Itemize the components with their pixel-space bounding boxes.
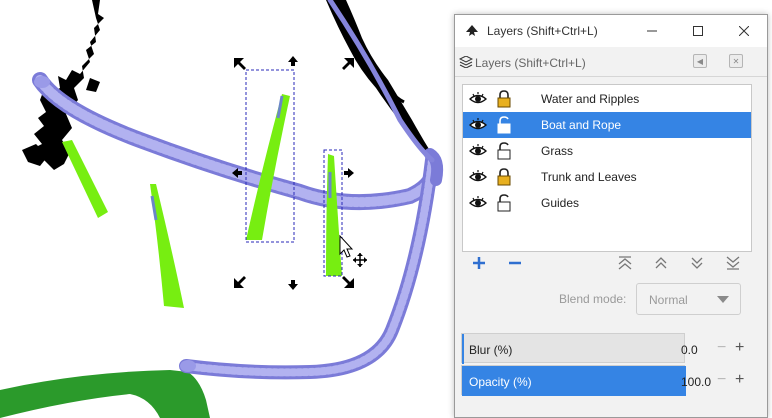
layers-stack-icon	[459, 56, 473, 68]
unlocked-icon[interactable]	[497, 142, 511, 160]
layer-name: Boat and Rope	[541, 118, 622, 132]
visible-eye-icon[interactable]	[469, 117, 487, 133]
dock-collapse-button[interactable]: ◀	[693, 54, 707, 68]
opacity-increment-button[interactable]: +	[735, 371, 744, 389]
opacity-spinner[interactable]: Opacity (%)	[461, 365, 687, 396]
inkscape-workspace: Layers (Shift+Ctrl+L) Layers (Shift+Ctrl…	[0, 0, 772, 418]
blend-mode-select[interactable]: Normal	[636, 283, 741, 315]
dock-close-button[interactable]: ✕	[729, 54, 743, 68]
close-button[interactable]	[721, 15, 767, 47]
lower-to-bottom-icon	[726, 256, 740, 270]
minus-icon	[509, 261, 521, 265]
add-layer-button[interactable]	[468, 252, 490, 274]
raise-layer-button[interactable]	[650, 252, 672, 274]
blur-track[interactable]: Blur (%)	[461, 333, 685, 364]
collapse-left-icon: ◀	[696, 56, 704, 66]
unlocked-icon[interactable]	[497, 194, 511, 212]
lower-layer-button[interactable]	[686, 252, 708, 274]
mouse-cursor	[339, 234, 367, 267]
blend-mode-label: Blend mode:	[559, 292, 627, 306]
layers-dialog: Layers (Shift+Ctrl+L) Layers (Shift+Ctrl…	[454, 14, 768, 418]
raise-to-top-button[interactable]	[614, 252, 636, 274]
chevron-down-icon	[717, 296, 729, 303]
minimize-button[interactable]	[629, 15, 675, 47]
layer-list: Water and Ripples Boat and Rope Grass Tr…	[462, 84, 752, 252]
locked-icon[interactable]	[497, 90, 511, 108]
dock-header: Layers (Shift+Ctrl+L) ◀ ✕	[455, 47, 767, 77]
close-small-icon: ✕	[732, 56, 740, 66]
blur-value[interactable]: 0.0	[681, 343, 698, 357]
window-titlebar[interactable]: Layers (Shift+Ctrl+L)	[455, 15, 767, 47]
layer-row-boat-and-rope[interactable]: Boat and Rope	[463, 112, 751, 138]
layer-row-guides[interactable]: Guides	[463, 190, 751, 216]
maximize-button[interactable]	[675, 15, 721, 47]
raise-icon	[655, 257, 667, 269]
opacity-label: Opacity (%)	[469, 375, 532, 389]
dock-title: Layers (Shift+Ctrl+L)	[475, 56, 586, 70]
layer-row-grass[interactable]: Grass	[463, 138, 751, 164]
blur-increment-button[interactable]: +	[735, 339, 744, 357]
blur-decrement-button[interactable]: −	[717, 339, 726, 357]
layer-name: Trunk and Leaves	[541, 170, 637, 184]
trunk-ink	[22, 0, 432, 170]
minimize-icon	[647, 30, 657, 32]
layer-name: Guides	[541, 196, 580, 210]
locked-icon[interactable]	[497, 168, 511, 186]
blend-mode-value: Normal	[649, 293, 688, 307]
lower-icon	[691, 257, 703, 269]
layer-row-water-and-ripples[interactable]: Water and Ripples	[463, 86, 751, 112]
blur-label: Blur (%)	[469, 343, 513, 357]
dark-leaf	[0, 370, 210, 418]
visible-eye-icon[interactable]	[469, 169, 487, 185]
raise-to-top-icon	[618, 256, 632, 270]
visible-eye-icon[interactable]	[469, 195, 487, 211]
maximize-icon	[693, 26, 703, 36]
opacity-value[interactable]: 100.0	[681, 375, 711, 389]
close-icon	[739, 26, 749, 36]
layer-name: Water and Ripples	[541, 92, 640, 106]
unlocked-icon[interactable]	[497, 116, 511, 134]
blur-fill	[462, 334, 464, 364]
blur-spinner[interactable]: Blur (%)	[461, 333, 687, 364]
inkscape-logo-icon	[466, 25, 478, 36]
layer-row-trunk-and-leaves[interactable]: Trunk and Leaves	[463, 164, 751, 190]
visible-eye-icon[interactable]	[469, 143, 487, 159]
plus-icon	[473, 257, 485, 269]
lower-to-bottom-button[interactable]	[722, 252, 744, 274]
opacity-decrement-button[interactable]: −	[717, 371, 726, 389]
remove-layer-button[interactable]	[504, 252, 526, 274]
visible-eye-icon[interactable]	[469, 91, 487, 107]
window-title: Layers (Shift+Ctrl+L)	[487, 24, 598, 38]
opacity-track[interactable]: Opacity (%)	[461, 365, 686, 396]
layer-name: Grass	[541, 144, 574, 158]
